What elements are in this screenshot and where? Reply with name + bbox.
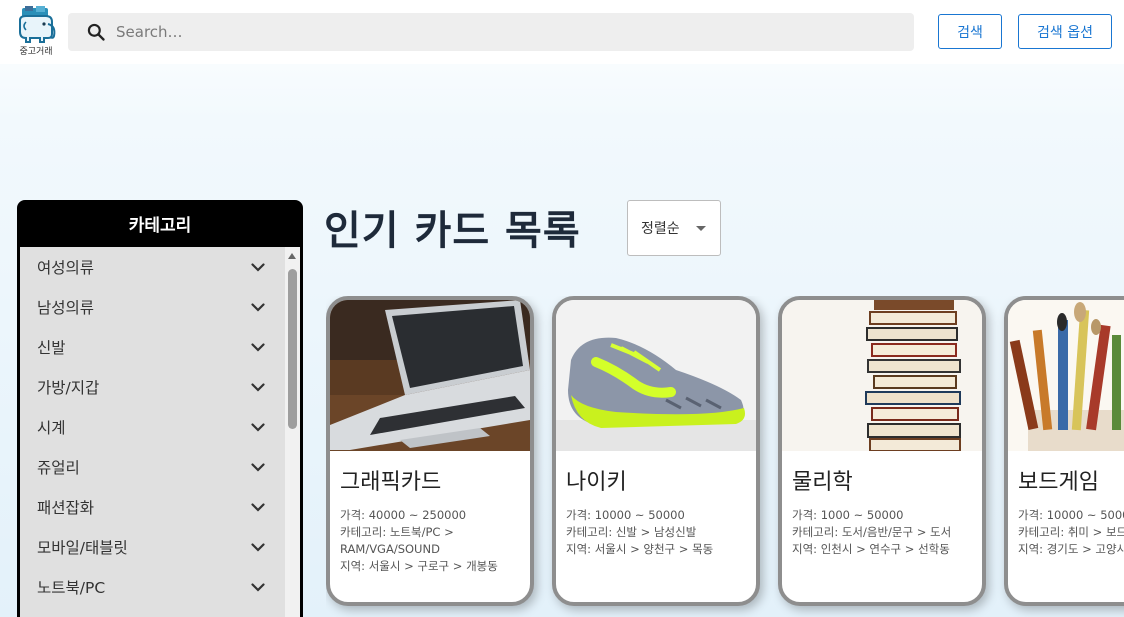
card-region: 지역: 경기도 > 고양시 > 탄현동 — [1018, 542, 1124, 556]
sort-label: 정렬순 — [641, 221, 680, 237]
elephant-logo-icon — [19, 6, 56, 43]
card-info: 가격: 10000 ~ 50000 카테고리: 취미 > 보드게임지역: 경기도 … — [1018, 507, 1124, 558]
chevron-down-icon[interactable] — [251, 542, 265, 552]
sidebar-scrollbar[interactable] — [285, 247, 300, 617]
sidebar-item-label: 노트북/PC — [37, 579, 106, 597]
books-image — [782, 300, 982, 451]
sidebar-category-item[interactable]: 모바일/태블릿 — [20, 527, 285, 567]
card-region: 지역: 인천시 > 연수구 > 선학동 — [792, 542, 950, 556]
brushes-image — [1008, 300, 1124, 451]
card-price: 가격: 10000 ~ 50000 — [566, 508, 685, 522]
chevron-down-icon[interactable] — [251, 302, 265, 312]
sidebar-item-label: 쥬얼리 — [37, 459, 80, 477]
category-list: 여성의류남성의류신발가방/지갑시계쥬얼리패션잡화모바일/태블릿노트북/PC — [20, 247, 285, 617]
chevron-down-icon[interactable] — [251, 262, 265, 272]
chevron-down-icon[interactable] — [251, 382, 265, 392]
popular-card-list: 그래픽카드가격: 40000 ~ 250000 카테고리: 노트북/PC > RA… — [326, 296, 1124, 617]
search-button[interactable]: 검색 — [938, 14, 1002, 49]
top-header: 중고거래 검색 검색 옵션 — [0, 0, 1124, 64]
card-info: 가격: 10000 ~ 50000 카테고리: 신발 > 남성신발지역: 서울시 … — [566, 507, 756, 558]
card-info: 가격: 40000 ~ 250000 카테고리: 노트북/PC > RAM/VGA… — [340, 507, 530, 575]
card-info: 가격: 1000 ~ 50000 카테고리: 도서/음반/문구 > 도서지역: 인… — [792, 507, 982, 558]
page-title: 인기 카드 목록 — [324, 208, 581, 254]
sidebar-title: 카테고리 — [128, 215, 192, 236]
search-icon — [87, 23, 105, 41]
product-card[interactable]: 보드게임가격: 10000 ~ 50000 카테고리: 취미 > 보드게임지역: … — [1004, 296, 1124, 606]
scroll-up-arrow-icon[interactable] — [288, 253, 296, 259]
card-title: 나이키 — [566, 470, 627, 495]
card-price: 가격: 1000 ~ 50000 — [792, 508, 904, 522]
chevron-down-icon[interactable] — [251, 502, 265, 512]
card-region: 지역: 서울시 > 구로구 > 개봉동 — [340, 559, 498, 573]
sneaker-image — [556, 300, 756, 451]
sidebar-category-item[interactable]: 남성의류 — [20, 287, 285, 327]
product-card[interactable]: 그래픽카드가격: 40000 ~ 250000 카테고리: 노트북/PC > RA… — [326, 296, 534, 606]
laptop-image — [330, 300, 530, 451]
card-price: 가격: 10000 ~ 50000 — [1018, 508, 1124, 522]
sidebar-item-label: 여성의류 — [37, 259, 95, 277]
search-bar[interactable] — [68, 13, 914, 51]
card-title: 물리학 — [792, 470, 853, 495]
sidebar-item-label: 패션잡화 — [37, 499, 95, 517]
sidebar-category-item[interactable]: 노트북/PC — [20, 567, 285, 607]
search-input[interactable] — [116, 13, 896, 51]
chevron-down-icon[interactable] — [251, 582, 265, 592]
logo-text: 중고거래 — [19, 47, 53, 57]
sidebar-category-item[interactable]: 여성의류 — [20, 247, 285, 287]
sidebar-category-item[interactable]: 쥬얼리 — [20, 447, 285, 487]
sidebar-category-item[interactable]: 가방/지갑 — [20, 367, 285, 407]
search-options-button[interactable]: 검색 옵션 — [1018, 14, 1112, 49]
card-title: 보드게임 — [1018, 470, 1099, 495]
sidebar-item-label: 시계 — [37, 419, 66, 437]
product-card[interactable]: 나이키가격: 10000 ~ 50000 카테고리: 신발 > 남성신발지역: 서… — [552, 296, 760, 606]
category-sidebar: 카테고리 여성의류남성의류신발가방/지갑시계쥬얼리패션잡화모바일/태블릿노트북/… — [17, 200, 303, 617]
sidebar-category-item[interactable]: 신발 — [20, 327, 285, 367]
sidebar-category-item[interactable]: 시계 — [20, 407, 285, 447]
sidebar-item-label: 가방/지갑 — [37, 379, 100, 397]
chevron-down-icon[interactable] — [251, 462, 265, 472]
card-category: 카테고리: 신발 > 남성신발 — [566, 525, 697, 539]
card-price: 가격: 40000 ~ 250000 — [340, 508, 467, 522]
chevron-down-icon[interactable] — [251, 422, 265, 432]
sort-dropdown[interactable]: 정렬순 — [627, 200, 721, 256]
sidebar-item-label: 남성의류 — [37, 299, 95, 317]
card-category: 카테고리: 노트북/PC > RAM/VGA/SOUND — [340, 525, 454, 556]
card-category: 카테고리: 도서/음반/문구 > 도서 — [792, 525, 952, 539]
sidebar-item-label: 신발 — [37, 339, 66, 357]
sidebar-category-item[interactable]: 패션잡화 — [20, 487, 285, 527]
scroll-thumb[interactable] — [288, 269, 297, 429]
card-region: 지역: 서울시 > 양천구 > 목동 — [566, 542, 714, 556]
card-title: 그래픽카드 — [340, 470, 442, 495]
sidebar-item-label: 모바일/태블릿 — [37, 539, 128, 557]
app-logo[interactable]: 중고거래 — [14, 6, 58, 57]
card-category: 카테고리: 취미 > 보드게임 — [1018, 525, 1124, 539]
chevron-down-icon[interactable] — [251, 342, 265, 352]
caret-down-icon — [696, 226, 706, 231]
product-card[interactable]: 물리학가격: 1000 ~ 50000 카테고리: 도서/음반/문구 > 도서지역… — [778, 296, 986, 606]
